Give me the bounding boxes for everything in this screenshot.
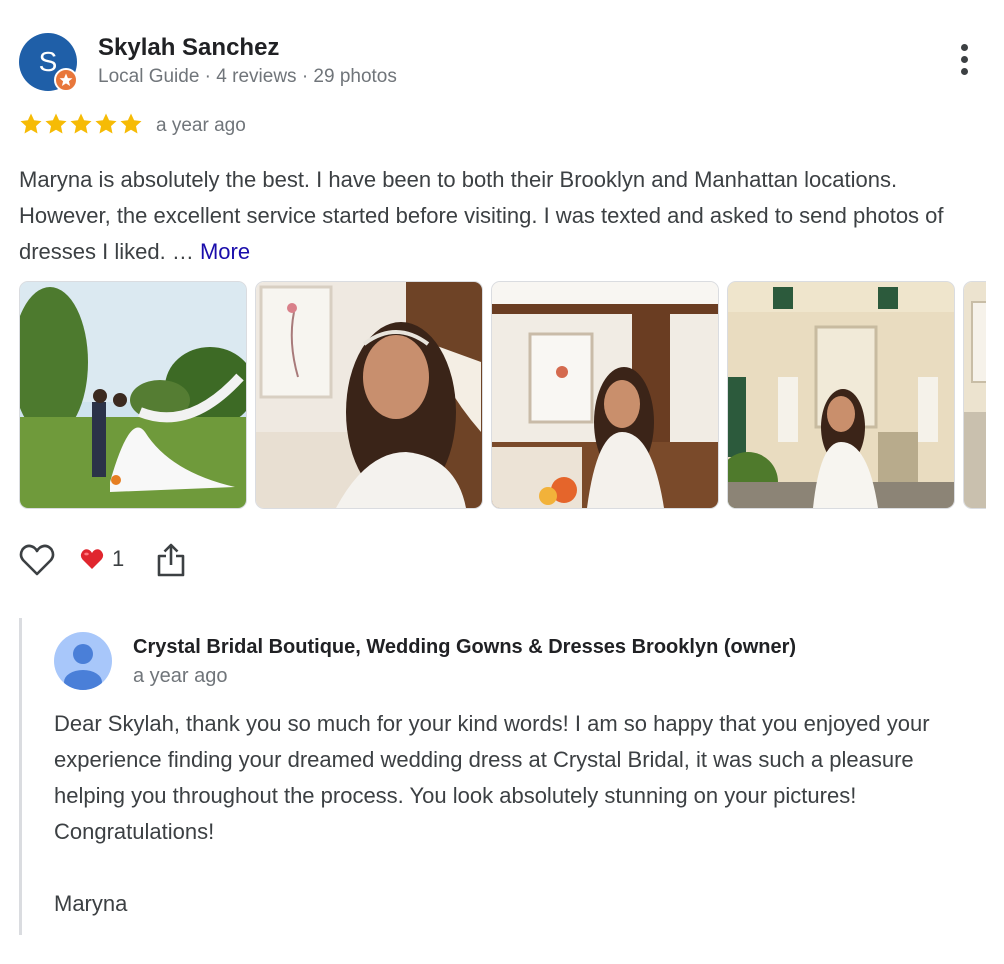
owner-name: Crystal Bridal Boutique, Wedding Gowns &… <box>133 636 797 658</box>
more-options-icon[interactable] <box>952 44 976 84</box>
owner-reply-text: Dear Skylah, thank you so much for your … <box>54 711 930 916</box>
heart-outline-icon[interactable] <box>19 543 55 577</box>
more-link[interactable]: More <box>200 239 250 264</box>
star-icon <box>120 113 142 134</box>
review-photos <box>19 281 986 510</box>
star-icon <box>70 113 92 134</box>
partial-photo[interactable] <box>963 281 986 509</box>
bride-portrait-photo[interactable] <box>255 281 483 509</box>
bride-at-mansion-photo[interactable] <box>727 281 955 509</box>
bride-in-room-photo[interactable] <box>491 281 719 509</box>
review-text: Maryna is absolutely the best. I have be… <box>19 162 964 270</box>
reviewer-name[interactable]: Skylah Sanchez <box>98 34 279 62</box>
owner-avatar-icon[interactable] <box>54 632 112 690</box>
star-icon <box>20 113 42 134</box>
star-icon <box>45 113 67 134</box>
red-heart-icon <box>80 549 104 569</box>
reaction-summary[interactable]: 1 <box>80 546 124 572</box>
local-guide-badge-icon <box>54 68 78 92</box>
review-text-body: Maryna is absolutely the best. I have be… <box>19 167 944 264</box>
bride-and-groom-on-lawn-photo[interactable] <box>19 281 247 509</box>
star-rating <box>19 112 143 136</box>
reaction-count: 1 <box>112 546 125 571</box>
review-time: a year ago <box>156 115 246 136</box>
reviewer-meta: Local Guide · 4 reviews · 29 photos <box>98 66 397 87</box>
share-icon[interactable] <box>157 543 185 577</box>
owner-reply-time: a year ago <box>133 665 228 687</box>
star-icon <box>95 113 117 134</box>
owner-reply: Crystal Bridal Boutique, Wedding Gowns &… <box>19 618 982 935</box>
avatar-letter: S <box>38 46 58 77</box>
